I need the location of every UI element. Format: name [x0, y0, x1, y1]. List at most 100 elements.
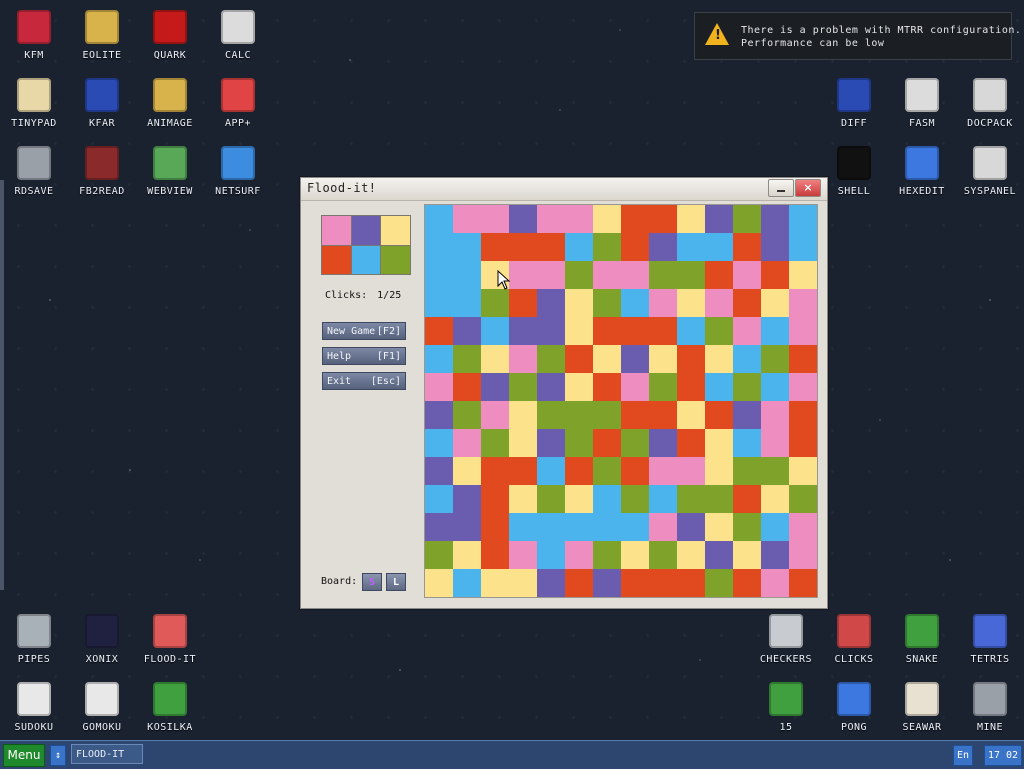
board-cell[interactable]: [509, 485, 537, 513]
help-button[interactable]: Help [F1]: [322, 347, 406, 365]
board-cell[interactable]: [481, 233, 509, 261]
board-cell[interactable]: [509, 261, 537, 289]
desktop-icon-tinypad[interactable]: TINYPAD: [0, 70, 68, 136]
desktop-icon-calc[interactable]: CALC: [204, 2, 272, 68]
game-board[interactable]: [424, 204, 818, 598]
color-swatch[interactable]: [322, 216, 351, 245]
board-cell[interactable]: [789, 429, 817, 457]
board-cell[interactable]: [621, 457, 649, 485]
board-cell[interactable]: [481, 429, 509, 457]
board-cell[interactable]: [565, 457, 593, 485]
board-cell[interactable]: [677, 373, 705, 401]
board-cell[interactable]: [453, 457, 481, 485]
board-cell[interactable]: [593, 233, 621, 261]
color-swatch[interactable]: [351, 245, 381, 274]
board-cell[interactable]: [705, 569, 733, 597]
board-cell[interactable]: [705, 233, 733, 261]
desktop-icon-quark[interactable]: QUARK: [136, 2, 204, 68]
board-cell[interactable]: [649, 317, 677, 345]
board-cell[interactable]: [481, 317, 509, 345]
board-cell[interactable]: [677, 345, 705, 373]
board-cell[interactable]: [593, 261, 621, 289]
board-cell[interactable]: [649, 429, 677, 457]
desktop-icon-app-[interactable]: APP+: [204, 70, 272, 136]
board-cell[interactable]: [649, 457, 677, 485]
board-cell[interactable]: [705, 457, 733, 485]
board-cell[interactable]: [565, 317, 593, 345]
board-cell[interactable]: [537, 233, 565, 261]
board-cell[interactable]: [621, 345, 649, 373]
board-cell[interactable]: [705, 513, 733, 541]
board-cell[interactable]: [677, 541, 705, 569]
desktop-icon-mine[interactable]: MINE: [956, 674, 1024, 740]
board-cell[interactable]: [733, 401, 761, 429]
board-cell[interactable]: [621, 289, 649, 317]
board-cell[interactable]: [481, 485, 509, 513]
board-cell[interactable]: [537, 261, 565, 289]
board-cell[interactable]: [453, 261, 481, 289]
board-cell[interactable]: [481, 205, 509, 233]
board-cell[interactable]: [649, 541, 677, 569]
board-cell[interactable]: [621, 401, 649, 429]
board-cell[interactable]: [789, 317, 817, 345]
board-cell[interactable]: [537, 513, 565, 541]
clock[interactable]: 17 02: [984, 745, 1022, 766]
desktop-icon-docpack[interactable]: DOCPACK: [956, 70, 1024, 136]
desktop-icon-hexedit[interactable]: HEXEDIT: [888, 138, 956, 204]
board-cell[interactable]: [537, 289, 565, 317]
board-cell[interactable]: [425, 233, 453, 261]
board-cell[interactable]: [593, 373, 621, 401]
board-cell[interactable]: [593, 513, 621, 541]
board-cell[interactable]: [621, 513, 649, 541]
board-cell[interactable]: [453, 485, 481, 513]
board-cell[interactable]: [789, 457, 817, 485]
board-cell[interactable]: [565, 513, 593, 541]
board-cell[interactable]: [425, 289, 453, 317]
window-titlebar[interactable]: Flood-it! ×: [301, 178, 827, 201]
board-cell[interactable]: [789, 233, 817, 261]
board-cell[interactable]: [621, 317, 649, 345]
board-cell[interactable]: [537, 569, 565, 597]
board-cell[interactable]: [761, 289, 789, 317]
board-cell[interactable]: [733, 205, 761, 233]
board-cell[interactable]: [649, 289, 677, 317]
board-cell[interactable]: [481, 373, 509, 401]
board-cell[interactable]: [621, 485, 649, 513]
board-cell[interactable]: [677, 317, 705, 345]
notification-popup[interactable]: ! There is a problem with MTRR configura…: [694, 12, 1021, 60]
board-cell[interactable]: [761, 401, 789, 429]
desktop-icon-kfm[interactable]: KFM: [0, 2, 68, 68]
board-cell[interactable]: [565, 233, 593, 261]
board-cell[interactable]: [733, 513, 761, 541]
board-cell[interactable]: [677, 569, 705, 597]
board-cell[interactable]: [509, 373, 537, 401]
close-button[interactable]: ×: [795, 179, 821, 197]
board-cell[interactable]: [565, 205, 593, 233]
board-cell[interactable]: [593, 569, 621, 597]
board-cell[interactable]: [593, 317, 621, 345]
board-cell[interactable]: [649, 513, 677, 541]
board-cell[interactable]: [705, 429, 733, 457]
board-cell[interactable]: [481, 541, 509, 569]
board-cell[interactable]: [761, 485, 789, 513]
board-cell[interactable]: [649, 345, 677, 373]
desktop-icon-fb2read[interactable]: FB2READ: [68, 138, 136, 204]
desktop-icon-kfar[interactable]: KFAR: [68, 70, 136, 136]
board-cell[interactable]: [453, 317, 481, 345]
board-cell[interactable]: [537, 485, 565, 513]
board-cell[interactable]: [565, 261, 593, 289]
board-cell[interactable]: [593, 457, 621, 485]
board-cell[interactable]: [733, 233, 761, 261]
board-cell[interactable]: [677, 205, 705, 233]
board-cell[interactable]: [425, 401, 453, 429]
color-swatch[interactable]: [381, 216, 410, 245]
board-cell[interactable]: [509, 429, 537, 457]
desktop-icon-pong[interactable]: PONG: [820, 674, 888, 740]
board-cell[interactable]: [733, 541, 761, 569]
board-cell[interactable]: [677, 289, 705, 317]
board-cell[interactable]: [453, 345, 481, 373]
desktop-icon-tetris[interactable]: TETRIS: [956, 606, 1024, 672]
desktop-icon-flood-it[interactable]: FLOOD-IT: [136, 606, 204, 672]
board-cell[interactable]: [565, 289, 593, 317]
board-cell[interactable]: [789, 513, 817, 541]
